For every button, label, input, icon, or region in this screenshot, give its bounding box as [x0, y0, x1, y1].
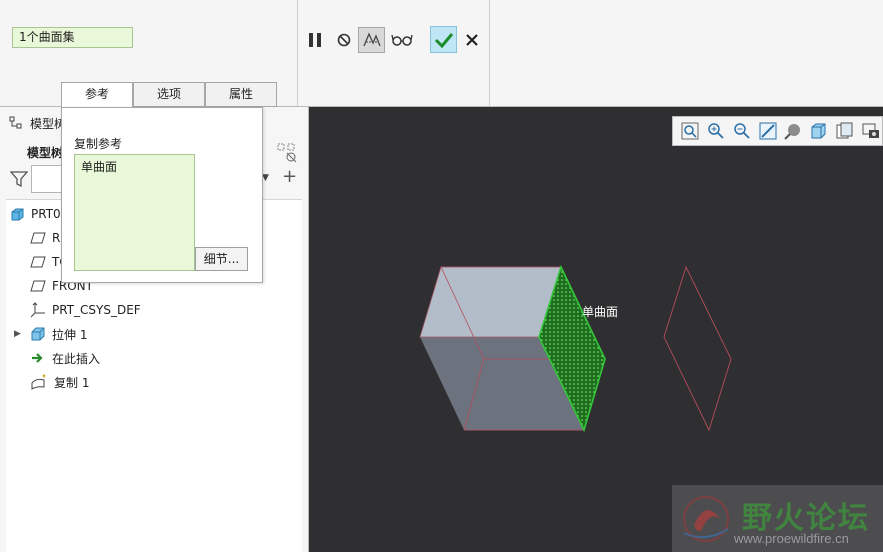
glasses-icon — [391, 34, 413, 46]
tab-options[interactable]: 选项 — [133, 82, 205, 107]
copy-references-label: 复制参考 — [74, 137, 123, 151]
tree-settings-button[interactable] — [276, 142, 298, 167]
feature-preview-button[interactable] — [358, 27, 385, 53]
tree-item-copy[interactable]: 复制 1 — [30, 372, 89, 392]
dashboard-tabs: 参考 选项 属性 — [61, 82, 277, 108]
part-icon — [11, 208, 24, 220]
add-icon[interactable]: + — [282, 168, 297, 186]
ok-button[interactable] — [430, 26, 457, 53]
references-panel: 复制参考 单曲面 细节... — [61, 107, 263, 283]
watermark-logo-icon — [683, 496, 729, 542]
datum-plane-icon — [30, 232, 46, 244]
dashboard-divider — [297, 0, 298, 106]
pause-button[interactable] — [303, 28, 327, 52]
model-tree-icon — [9, 116, 22, 129]
dashboard-divider — [489, 0, 490, 106]
tree-item-extrude[interactable]: ▶ 拉伸 1 — [14, 324, 87, 344]
show-hide-icon — [277, 143, 297, 163]
copy-references-collector[interactable]: 单曲面 — [74, 154, 195, 271]
cancel-button[interactable] — [460, 28, 484, 52]
pause-icon — [309, 33, 321, 47]
tab-references[interactable]: 参考 — [61, 82, 133, 108]
copy-surface-preview[interactable] — [663, 265, 732, 432]
feature-preview-icon — [362, 32, 381, 47]
tab-properties[interactable]: 属性 — [205, 82, 277, 107]
no-preview-button[interactable] — [332, 28, 356, 52]
dashboard: 1个曲面集 参考 选项 属性 — [0, 0, 883, 108]
tree-item-label: 拉伸 1 — [52, 327, 88, 342]
verify-glasses-button[interactable] — [389, 28, 415, 52]
filter-icon[interactable] — [10, 170, 28, 188]
ok-check-icon — [434, 32, 453, 48]
extrude-icon — [31, 327, 45, 341]
watermark-url: www.proewildfire.cn — [734, 531, 849, 546]
chevron-down-icon[interactable]: ▼ — [262, 173, 269, 183]
reference-item[interactable]: 单曲面 — [81, 158, 188, 175]
graphics-window[interactable]: 单曲面 野火论坛 www.proewildfire.cn — [309, 107, 883, 552]
no-preview-icon — [337, 33, 351, 47]
copy-surface-icon — [31, 374, 46, 390]
expand-arrow-icon[interactable]: ▶ — [14, 329, 24, 339]
details-button[interactable]: 细节... — [195, 247, 248, 271]
tree-column-header: 模型树 — [27, 146, 64, 160]
tree-item-label: 复制 1 — [54, 375, 90, 390]
tree-item-csys[interactable]: PRT_CSYS_DEF — [30, 300, 141, 320]
datum-plane-icon — [30, 280, 46, 292]
tree-item-label: 在此插入 — [52, 351, 101, 366]
surface-set-collector[interactable]: 1个曲面集 — [12, 27, 133, 48]
block-top-face — [420, 267, 561, 337]
insert-here-arrow-icon — [32, 353, 43, 363]
surface-callout-label: 单曲面 — [582, 305, 619, 319]
tree-item-label: PRT_CSYS_DEF — [52, 303, 141, 317]
panel-header: 模型树 — [8, 113, 66, 133]
cancel-x-icon — [466, 34, 478, 46]
csys-icon — [30, 302, 45, 318]
forum-watermark: 野火论坛 www.proewildfire.cn — [672, 485, 883, 552]
tree-item-insert-here[interactable]: 在此插入 — [30, 348, 100, 368]
datum-plane-icon — [30, 256, 46, 268]
